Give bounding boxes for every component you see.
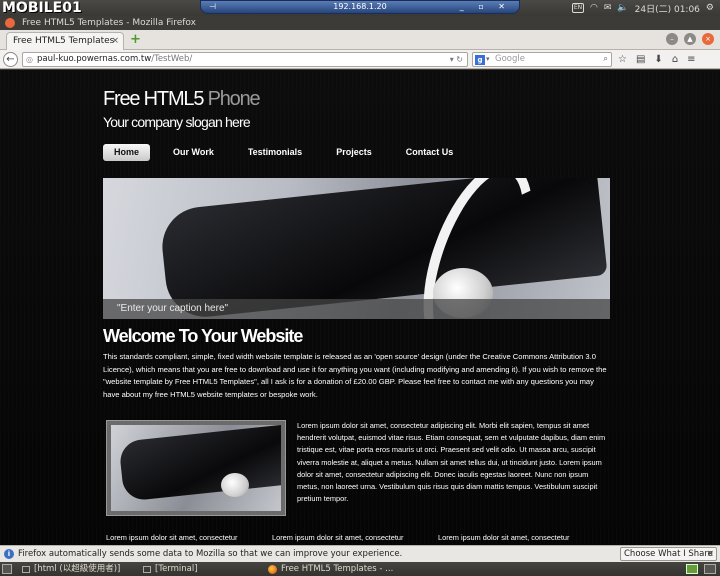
notification-message: Firefox automatically sends some data to… [18,549,403,559]
volume-icon[interactable]: 🔈 [617,3,628,13]
menu-icon[interactable]: ≡ [687,53,695,66]
taskbar-label: [html (以超級使用者)] [34,564,121,574]
bookmark-star-icon[interactable]: ☆ [618,53,627,66]
pin-icon[interactable]: ⊣ [209,1,216,13]
maximize-icon[interactable]: ▲ [684,33,696,45]
page-title: Welcome To Your Website [103,326,303,346]
nav-bar: ← ◎ paul-kuo.powernas.com.tw/TestWeb/ ▾ ↻… [0,50,720,69]
taskbar-label: [Terminal] [155,564,198,574]
google-icon[interactable]: g [475,55,485,65]
vnc-address: 192.168.1.20 [333,2,387,11]
window-icon [22,565,30,573]
window-title: Free HTML5 Templates - Mozilla Firefox [22,18,196,28]
window-titlebar: Free HTML5 Templates - Mozilla Firefox [0,16,720,30]
tab-free-html5[interactable]: Free HTML5 Templates × [6,32,124,50]
close-icon[interactable]: × [111,33,119,50]
search-icon[interactable]: ⌕ [603,53,608,66]
url-path: /TestWeb/ [151,54,193,64]
side-paragraph: Lorem ipsum dolor sit amet, consectetur … [297,421,606,504]
firefox-icon [268,564,277,574]
site-logo[interactable]: Free HTML5 Phone [103,88,261,111]
clock[interactable]: 24日(二) 01:06 [635,2,700,15]
url-bar[interactable]: ◎ paul-kuo.powernas.com.tw/TestWeb/ ▾ ↻ [22,52,468,67]
window-close-icon[interactable] [5,18,15,28]
logo-main: Free HTML5 [103,88,204,110]
logo-accent: Phone [203,88,261,110]
brand-logo: MOBILE01 [2,0,82,16]
gear-icon[interactable]: ⚙ [706,3,714,13]
mail-icon[interactable]: ✉ [604,3,612,13]
toolbar-icons: ☆ ▤ ⬇ ⌂ ≡ [618,53,696,66]
site-slogan: Your company slogan here [103,114,251,130]
indicators: EN ◠ ✉ 🔈 24日(二) 01:06 ⚙ [572,0,714,16]
menu-item-home[interactable]: Home [103,144,150,161]
trash-icon[interactable] [704,564,716,574]
earbud-thumb [221,473,249,497]
column-text: Lorem ipsum dolor sit amet, consectetur [272,533,404,542]
banner-image: "Enter your caption here" [103,178,610,319]
footer-columns: Lorem ipsum dolor sit amet, consectetur … [106,533,606,542]
column-text: Lorem ipsum dolor sit amet, consectetur [106,533,238,542]
window-icon [143,565,151,573]
home-icon[interactable]: ⌂ [672,53,678,66]
show-desktop-icon[interactable] [2,564,12,574]
taskbar: [html (以超級使用者)] [Terminal] Free HTML5 Te… [0,562,720,576]
phone-thumb [118,425,281,502]
reading-list-icon[interactable]: ▤ [636,53,645,66]
url-host: paul-kuo.powernas.com.tw [37,54,152,64]
tab-label: Free HTML5 Templates [13,36,115,46]
system-tray [686,564,716,574]
vnc-toolbar[interactable]: ⊣ 192.168.1.20 _ ▫ ✕ [200,0,520,14]
site-menu: Home Our Work Testimonials Projects Cont… [103,144,476,161]
globe-icon: ◎ [26,55,33,64]
taskbar-item-terminal[interactable]: [Terminal] [143,562,198,576]
tab-strip: Free HTML5 Templates × + – ▲ × [0,30,720,50]
chevron-down-icon[interactable]: ▾ [486,53,490,66]
menu-item-projects[interactable]: Projects [325,144,383,161]
column-text: Lorem ipsum dolor sit amet, consectetur [438,533,570,542]
keyboard-icon[interactable]: EN [572,3,585,13]
window-buttons: – ▲ × [666,33,714,45]
taskbar-item-html[interactable]: [html (以超級使用者)] [22,562,120,576]
minimize-icon[interactable]: – [666,33,678,45]
vnc-window-controls[interactable]: _ ▫ ✕ [460,1,511,13]
taskbar-item-firefox[interactable]: Free HTML5 Templates - ... [268,562,393,576]
intro-paragraph: This standards compliant, simple, fixed … [103,352,607,399]
search-input[interactable]: g ▾ Google ⌕ [472,52,612,67]
close-window-icon[interactable]: × [702,33,714,45]
menu-item-our-work[interactable]: Our Work [162,144,225,161]
choose-what-i-share-button[interactable]: Choose What I Share [620,547,717,561]
banner-caption: "Enter your caption here" [103,299,610,319]
menu-item-contact-us[interactable]: Contact Us [395,144,465,161]
reload-icon[interactable]: ▾ ↻ [450,53,463,66]
content-image [106,420,286,516]
back-button[interactable]: ← [3,52,18,67]
download-icon[interactable]: ⬇ [654,53,662,66]
taskbar-label: Free HTML5 Templates - ... [281,564,394,574]
phone-image [158,178,608,319]
search-placeholder: Google [495,54,525,64]
menu-item-testimonials[interactable]: Testimonials [237,144,313,161]
page-viewport: Free HTML5 Phone Your company slogan her… [0,70,720,545]
network-icon[interactable]: ◠ [590,3,598,13]
new-tab-button[interactable]: + [130,32,141,48]
top-panel: MOBILE01 ⊣ 192.168.1.20 _ ▫ ✕ EN ◠ ✉ 🔈 2… [0,0,720,16]
info-icon: i [4,549,14,559]
thumbnail-image [111,425,281,511]
workspace-icon[interactable] [686,564,698,574]
close-icon[interactable]: × [706,546,714,562]
notification-bar: i Firefox automatically sends some data … [0,545,720,562]
